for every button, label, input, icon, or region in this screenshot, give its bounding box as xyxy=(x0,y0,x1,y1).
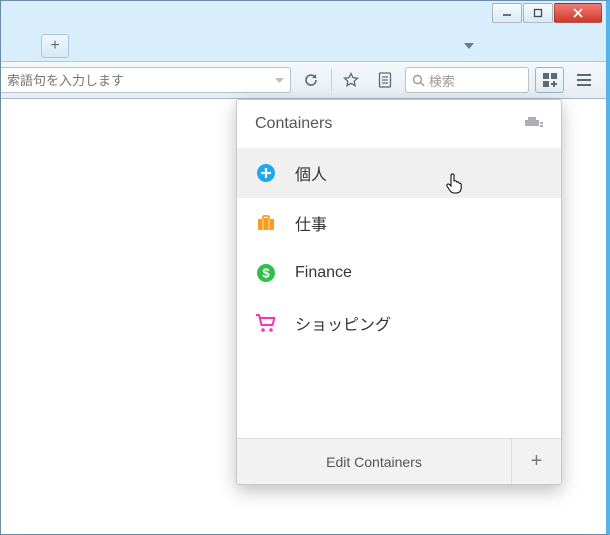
containers-manage-icon[interactable] xyxy=(523,115,543,134)
briefcase-icon xyxy=(255,212,277,234)
urlbar-dropdown-icon[interactable] xyxy=(275,75,284,86)
browser-window: + 検索 xyxy=(0,0,610,535)
search-placeholder: 検索 xyxy=(429,71,455,90)
containers-panel-footer: Edit Containers + xyxy=(237,438,561,484)
window-maximize-button[interactable] xyxy=(523,3,553,23)
window-titlebar xyxy=(1,1,606,27)
navigation-toolbar: 検索 xyxy=(1,61,606,99)
search-box[interactable]: 検索 xyxy=(405,67,529,93)
containers-panel-title: Containers xyxy=(255,115,332,133)
containers-toolbar-button[interactable] xyxy=(535,67,565,93)
reload-button[interactable] xyxy=(297,67,325,93)
dollar-circle-icon: $ xyxy=(255,262,277,284)
url-bar[interactable] xyxy=(1,67,291,93)
toolbar-separator xyxy=(331,69,332,91)
new-tab-button[interactable]: + xyxy=(41,34,69,58)
container-item-label: Finance xyxy=(295,264,352,282)
container-item-personal[interactable]: 個人 xyxy=(237,148,561,198)
containers-panel-header: Containers xyxy=(237,100,561,148)
tabs-dropdown-icon[interactable] xyxy=(460,37,478,55)
menu-button[interactable] xyxy=(570,67,598,93)
tab-strip: + xyxy=(1,27,606,61)
edit-containers-button[interactable]: Edit Containers xyxy=(237,439,511,484)
window-minimize-button[interactable] xyxy=(492,3,522,23)
add-container-button[interactable]: + xyxy=(511,439,561,484)
search-icon xyxy=(412,74,425,87)
reading-list-button[interactable] xyxy=(371,67,399,93)
window-close-button[interactable] xyxy=(554,3,602,23)
container-item-label: ショッピング xyxy=(295,311,391,335)
cart-icon xyxy=(255,312,277,334)
plus-circle-icon xyxy=(255,162,277,184)
container-item-shopping[interactable]: ショッピング xyxy=(237,298,561,348)
container-item-label: 仕事 xyxy=(295,211,327,235)
svg-text:$: $ xyxy=(262,266,270,281)
container-item-finance[interactable]: $ Finance xyxy=(237,248,561,298)
bookmark-star-button[interactable] xyxy=(338,67,366,93)
containers-list: 個人 仕事 $ Finance ショッピング xyxy=(237,148,561,348)
container-item-work[interactable]: 仕事 xyxy=(237,198,561,248)
url-input[interactable] xyxy=(7,73,271,88)
container-item-label: 個人 xyxy=(295,161,327,185)
containers-panel: Containers 個人 仕事 $ xyxy=(236,99,562,485)
